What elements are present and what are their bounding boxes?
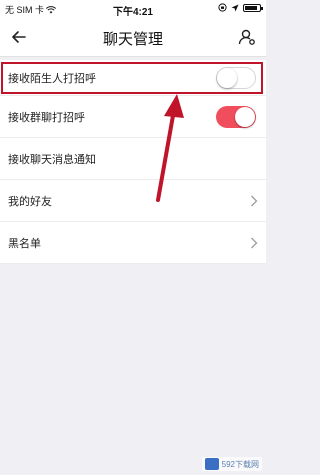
chevron-right-icon [251, 195, 258, 206]
page-title: 聊天管理 [102, 31, 163, 48]
watermark-text: 592下载网 [221, 459, 259, 469]
setting-receive-group-greetings[interactable]: 接收群聊打招呼 [0, 96, 266, 138]
status-icons [218, 3, 263, 12]
setting-my-friends[interactable]: 我的好友 [0, 180, 266, 222]
setting-blacklist[interactable]: 黑名单 [0, 222, 266, 264]
setting-label: 接收聊天消息通知 [8, 153, 96, 166]
user-settings-icon[interactable] [236, 26, 258, 48]
chevron-right-icon [251, 237, 258, 248]
watermark: 592下载网 [201, 457, 262, 471]
battery-icon [243, 3, 263, 12]
group-greetings-toggle[interactable] [216, 105, 256, 128]
status-bar: 无 SIM 卡 下午4:21 [0, 0, 266, 18]
pointer-arrow-annotation [156, 94, 184, 202]
setting-label: 黑名单 [8, 237, 41, 250]
navigation-bar: 聊天管理 [0, 18, 266, 57]
setting-chat-notifications[interactable]: 接收聊天消息通知 [0, 138, 266, 180]
watermark-logo-icon [204, 458, 219, 470]
setting-label: 我的好友 [8, 195, 52, 208]
location-icon [231, 4, 239, 11]
lock-rotation-icon [218, 3, 227, 12]
highlight-box [1, 62, 263, 94]
toggle-knob [235, 106, 255, 127]
